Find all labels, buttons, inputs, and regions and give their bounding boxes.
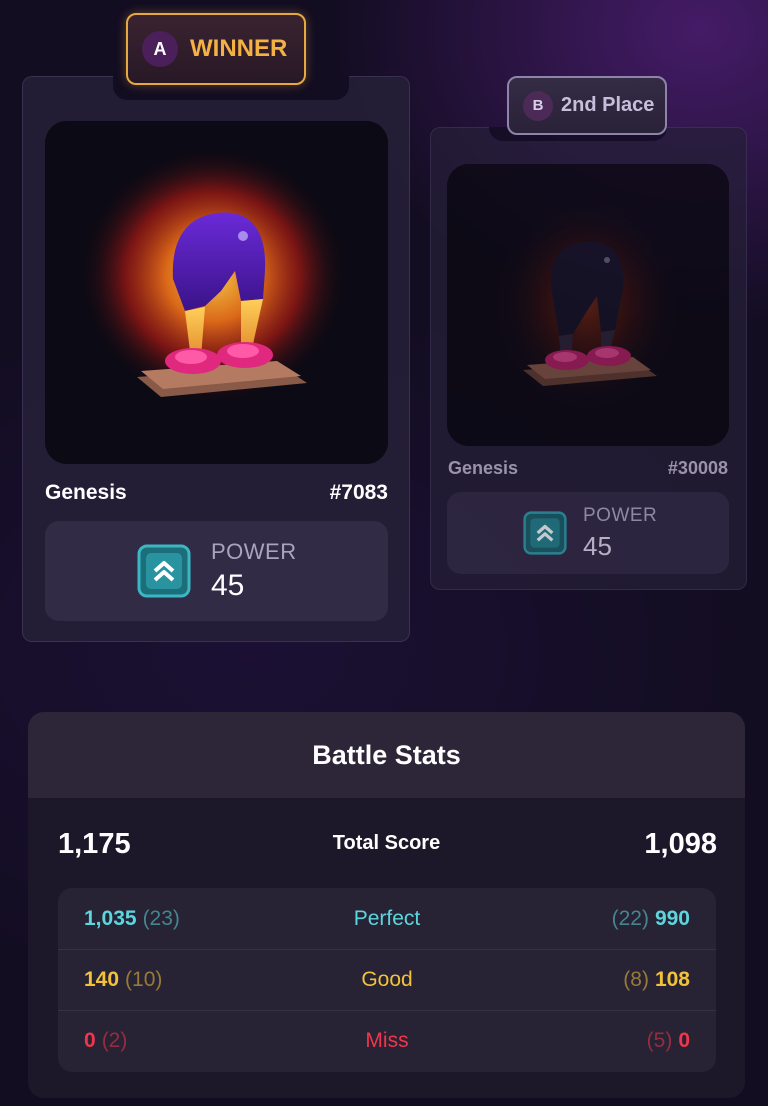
power-value: 45 <box>211 569 245 602</box>
miss-count-a: (2) <box>101 1029 128 1052</box>
total-score-row: 1,175 Total Score 1,098 <box>28 798 745 890</box>
winner-label: WINNER <box>190 35 288 62</box>
stat-row-perfect: 1,035 (23) Perfect (22) 990 <box>58 888 716 949</box>
perfect-count-a: (23) <box>142 906 180 930</box>
badge-letter-b: B <box>523 90 553 121</box>
score-breakdown: 1,035 (23) Perfect (22) 990 140 (10) Goo… <box>58 888 716 1072</box>
power-label: POWER <box>583 504 658 526</box>
power-label: POWER <box>211 539 297 564</box>
leggings-artwork <box>447 164 729 446</box>
nft-card-second[interactable]: Genesis #30008 POWER 45 <box>430 127 747 590</box>
second-place-badge: B 2nd Place <box>507 76 667 135</box>
stat-row-good: 140 (10) Good (8) 108 <box>58 949 716 1010</box>
nft-meta-winner: Genesis #7083 <box>45 481 388 505</box>
nft-image-second[interactable] <box>447 164 729 446</box>
miss-label: Miss <box>365 1029 409 1052</box>
badge-letter-a: A <box>142 31 178 67</box>
good-value-b: 108 <box>654 968 690 991</box>
good-count-a: (10) <box>125 968 163 991</box>
perfect-value-a: 1,035 <box>84 906 137 930</box>
perfect-count-b: (22) <box>611 906 649 930</box>
leggings-artwork <box>45 121 388 464</box>
total-score-label: Total Score <box>332 832 441 854</box>
miss-value-a: 0 <box>84 1029 96 1052</box>
nft-number: #30008 <box>667 458 728 478</box>
nft-image-winner[interactable] <box>45 121 388 464</box>
miss-count-b: (5) <box>646 1029 673 1052</box>
nft-number: #7083 <box>329 481 388 504</box>
power-panel-winner: POWER 45 <box>45 521 388 621</box>
double-chevron-up-icon <box>137 544 191 598</box>
good-value-a: 140 <box>84 968 120 991</box>
winner-badge: A WINNER <box>126 13 306 85</box>
nft-name: Genesis <box>448 458 519 478</box>
nft-card-winner[interactable]: Genesis #7083 POWER 45 <box>22 76 410 642</box>
miss-value-b: 0 <box>678 1029 690 1052</box>
stat-row-miss: 0 (2) Miss (5) 0 <box>58 1010 716 1071</box>
nft-name: Genesis <box>45 481 127 504</box>
perfect-value-b: 990 <box>654 906 690 930</box>
second-place-label: 2nd Place <box>561 94 655 116</box>
power-value: 45 <box>583 530 612 561</box>
battle-stats-title: Battle Stats <box>28 712 745 798</box>
power-panel-second: POWER 45 <box>447 492 729 574</box>
nft-meta-second: Genesis #30008 <box>448 458 728 479</box>
battle-stats-panel: Battle Stats 1,175 Total Score 1,098 1,0… <box>28 712 745 1098</box>
double-chevron-up-icon <box>523 511 567 555</box>
good-count-b: (8) <box>623 968 649 991</box>
